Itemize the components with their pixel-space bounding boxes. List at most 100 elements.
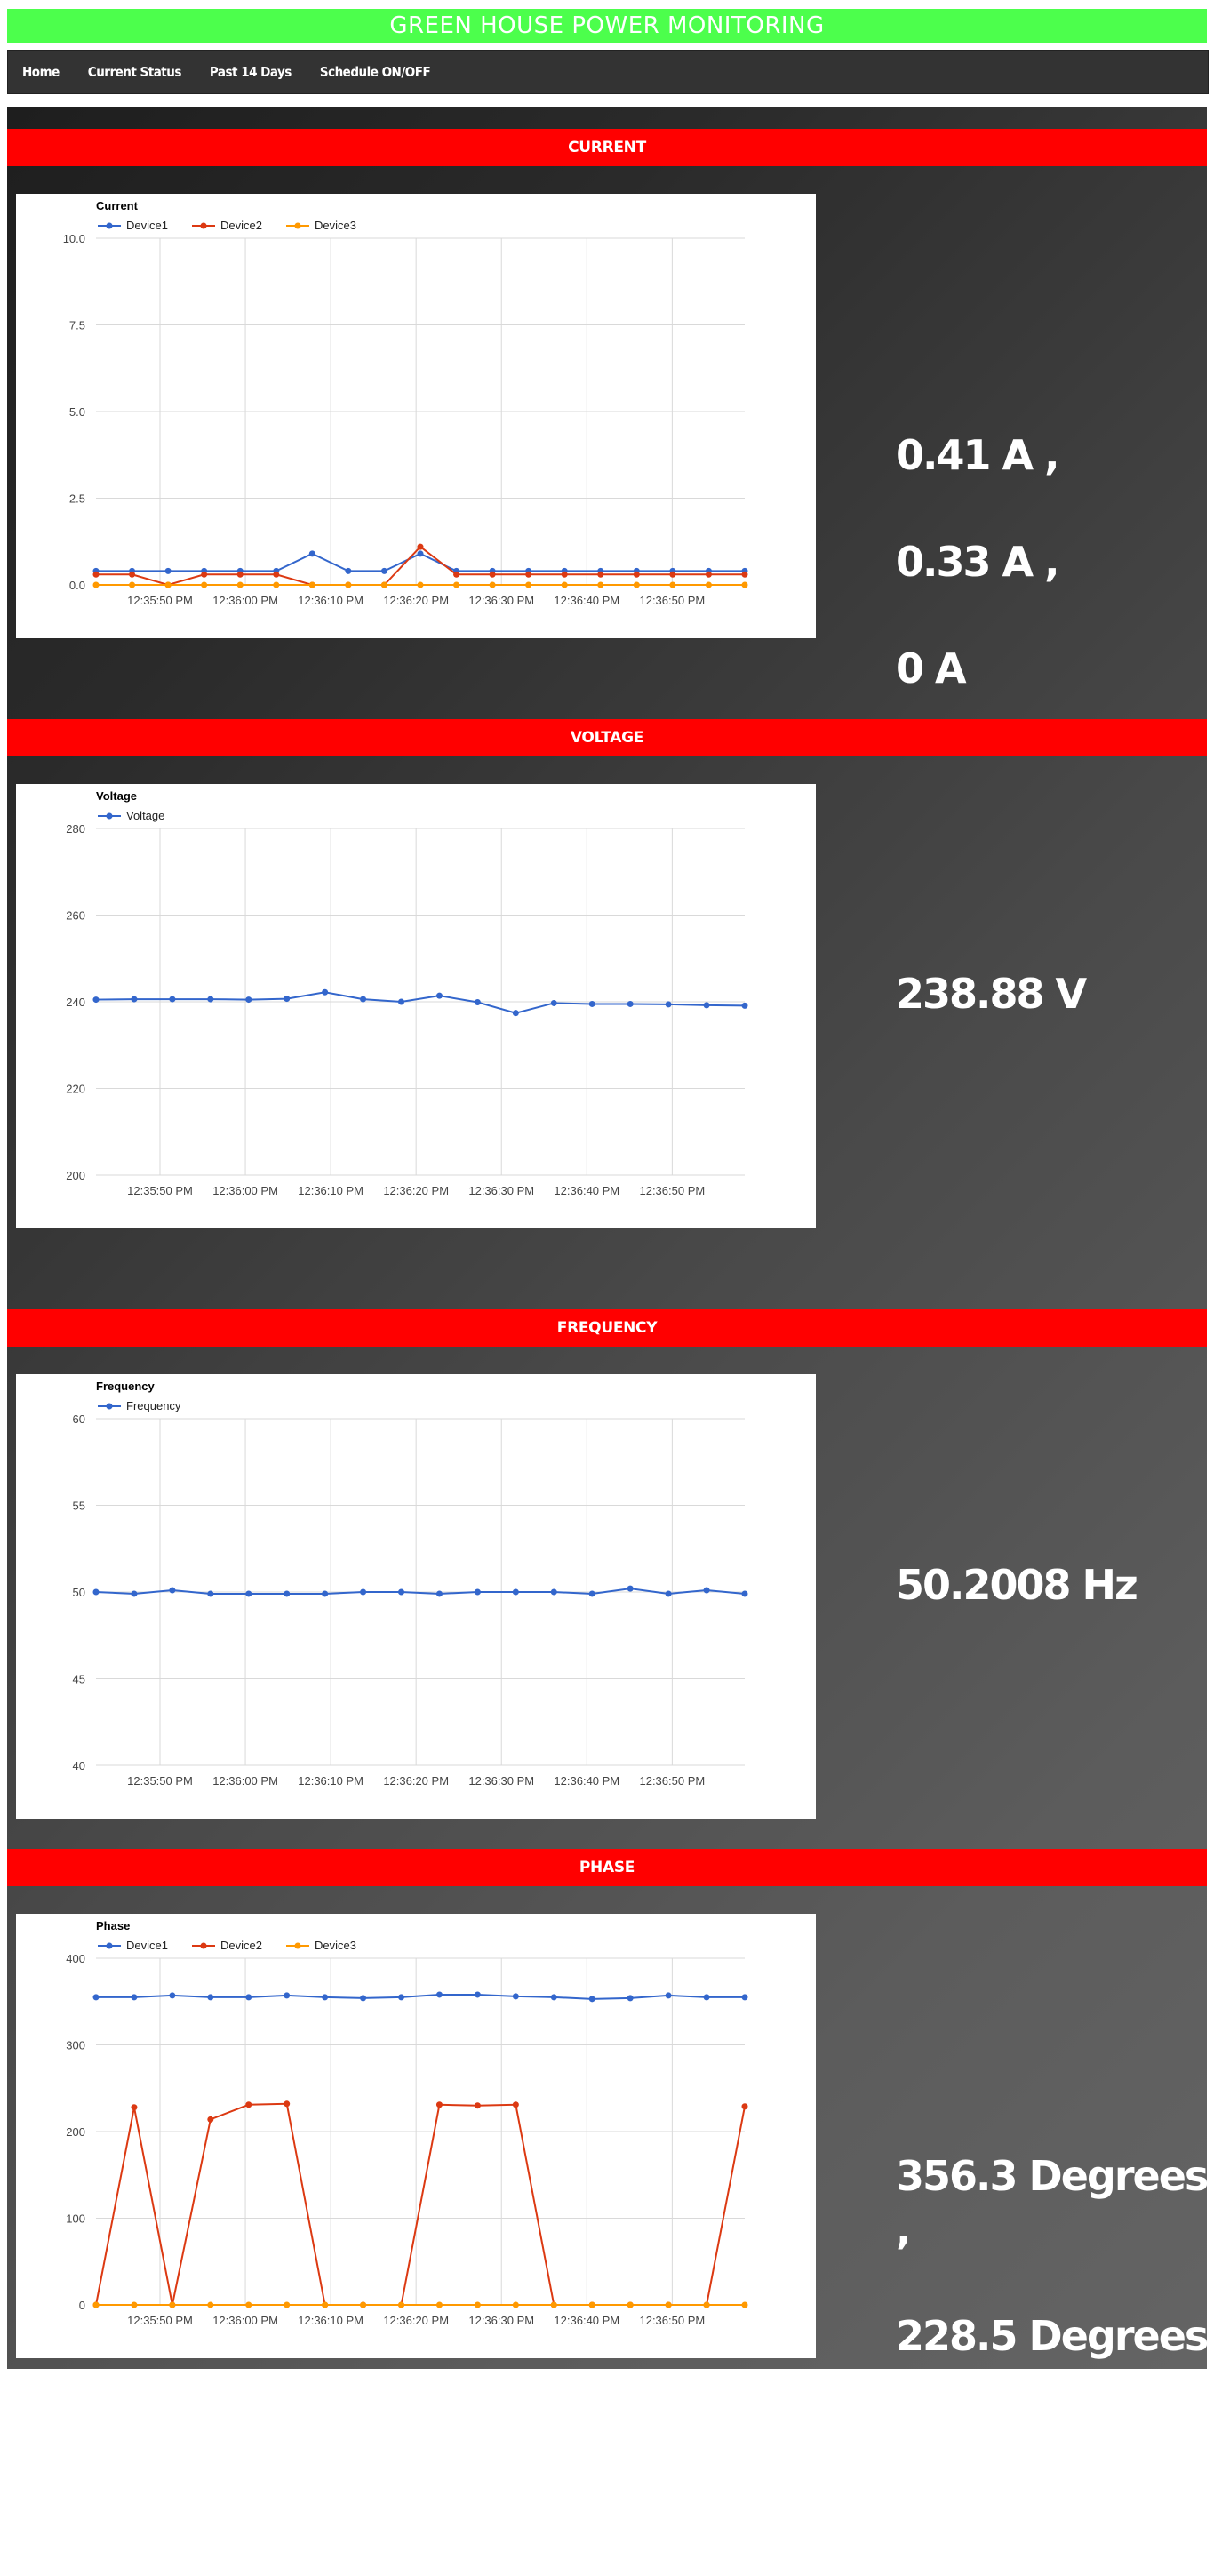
current-value-device3: 0 A (896, 644, 967, 692)
data-point (131, 2104, 138, 2111)
x-tick-label: 12:36:50 PM (639, 2314, 705, 2327)
nav-schedule-on-off[interactable]: Schedule ON/OFF (306, 51, 444, 93)
y-tick-label: 0.0 (69, 579, 85, 592)
data-point (474, 1991, 481, 1998)
data-point (417, 550, 424, 557)
data-point (597, 571, 604, 578)
chart-title: Phase (96, 1919, 130, 1932)
y-tick-label: 300 (66, 2039, 85, 2052)
y-tick-label: 5.0 (69, 405, 85, 419)
data-point (284, 2100, 291, 2108)
chart-svg: Voltage Voltage 280 260 240 220 200 12:35:50 PM… (66, 789, 748, 1197)
data-point (345, 567, 352, 574)
x-tick-label: 12:36:20 PM (383, 594, 449, 607)
data-point (360, 2301, 367, 2308)
legend-item: Device3 (286, 219, 356, 232)
svg-text:Device2: Device2 (220, 1939, 262, 1952)
data-point (703, 1002, 710, 1009)
y-tick-label: 240 (66, 996, 85, 1009)
data-point (489, 581, 496, 588)
frequency-values: 50.2008 Hz (896, 1505, 1138, 1665)
chart-title: Current (96, 199, 139, 212)
nav-home[interactable]: Home (8, 51, 74, 93)
data-point (284, 2301, 291, 2308)
nav-past-14-days[interactable]: Past 14 Days (196, 51, 306, 93)
data-point (588, 1590, 595, 1597)
data-point (474, 1588, 481, 1596)
data-point (308, 581, 315, 588)
section-header-current: CURRENT (7, 129, 1207, 166)
data-point (741, 581, 748, 588)
y-tick-label: 7.5 (69, 319, 85, 332)
data-point (92, 571, 100, 578)
data-point (245, 1994, 252, 2001)
data-point (169, 1587, 176, 1594)
data-point (92, 581, 100, 588)
series-line (95, 991, 746, 1014)
data-point (741, 1590, 748, 1597)
x-tick-label: 12:36:30 PM (468, 2314, 534, 2327)
phase-chart: Phase Device1 Device2 Device3 400 300 200 100 0 1… (16, 1914, 816, 2358)
y-tick-label: 2.5 (69, 492, 85, 506)
data-point (322, 1590, 329, 1597)
x-tick-label: 12:36:10 PM (298, 2314, 363, 2327)
current-value-device1: 0.41 A , (896, 431, 1060, 479)
data-point (512, 2101, 519, 2108)
x-tick-label: 12:36:40 PM (554, 1184, 619, 1197)
data-point (633, 571, 640, 578)
data-point (284, 1992, 291, 1999)
current-value-device2: 0.33 A , (896, 538, 1060, 586)
data-point (588, 2301, 595, 2308)
series-line (96, 1993, 745, 2000)
data-point (669, 581, 676, 588)
data-point (627, 2301, 634, 2308)
data-point (345, 581, 352, 588)
data-point (164, 581, 172, 588)
x-tick-label: 12:36:50 PM (639, 594, 705, 607)
nav-current-status[interactable]: Current Status (74, 51, 196, 93)
data-point (489, 571, 496, 578)
x-tick-label: 12:36:40 PM (554, 594, 619, 607)
data-point (207, 996, 214, 1003)
data-point (435, 1991, 443, 1998)
data-point (512, 1588, 519, 1596)
data-point (207, 2116, 214, 2123)
data-point (164, 567, 172, 574)
data-point (273, 581, 280, 588)
y-tick-label: 40 (73, 1759, 85, 1772)
x-tick-label: 12:36:00 PM (212, 1774, 278, 1788)
chart-svg: Phase Device1 Device2 Device3 400 300 200 100 0 1… (66, 1919, 748, 2327)
phase-values: 356.3 Degrees , 228.5 Degrees , 0 Degree… (896, 2096, 1214, 2576)
data-point (703, 1994, 710, 2001)
data-point (435, 2301, 443, 2308)
data-point (705, 581, 712, 588)
x-tick-label: 12:36:00 PM (212, 1184, 278, 1197)
data-point (588, 1000, 595, 1007)
data-point (201, 581, 208, 588)
main-nav: Home Current Status Past 14 Days Schedul… (7, 50, 1209, 94)
data-point (308, 550, 315, 557)
data-point (236, 571, 244, 578)
data-point (525, 581, 532, 588)
data-point (245, 1590, 252, 1597)
x-tick-label: 12:36:30 PM (468, 1774, 534, 1788)
data-point (703, 2301, 710, 2308)
y-tick-label: 400 (66, 1952, 85, 1965)
data-point (453, 571, 460, 578)
x-tick-label: 12:36:00 PM (212, 2314, 278, 2327)
chart-svg: Frequency Frequency 60 55 50 45 40 12:35:50 PM 1… (73, 1380, 748, 1788)
data-point (360, 1995, 367, 2002)
x-tick-label: 12:36:40 PM (554, 1774, 619, 1788)
data-point (284, 996, 291, 1003)
legend-item: Device1 (98, 219, 168, 232)
data-point (474, 2102, 481, 2109)
data-point (665, 1001, 672, 1008)
data-point (131, 996, 138, 1003)
data-point (380, 581, 387, 588)
section-header-phase: PHASE (7, 1849, 1207, 1886)
data-point (322, 1994, 329, 2001)
x-tick-label: 12:36:20 PM (383, 1774, 449, 1788)
data-point (92, 1588, 100, 1596)
legend-item: Frequency (98, 1399, 181, 1412)
data-point (273, 571, 280, 578)
